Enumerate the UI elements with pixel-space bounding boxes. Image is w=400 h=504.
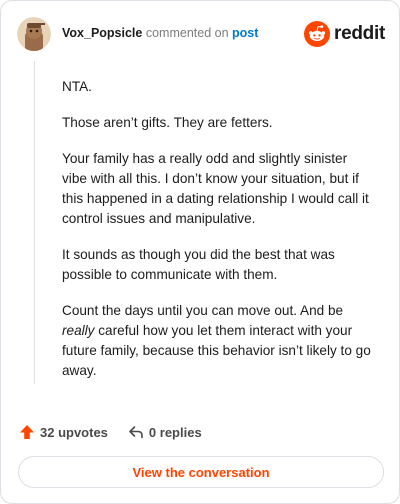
thread-line xyxy=(34,61,35,384)
reddit-wordmark: reddit xyxy=(334,23,385,44)
username-link[interactable]: Vox_Popsicle xyxy=(62,26,142,40)
paragraph-text: Count the days until you can move out. A… xyxy=(62,303,344,318)
avatar[interactable] xyxy=(17,17,51,51)
comment-paragraph: Those aren’t gifts. They are fetters. xyxy=(62,115,273,130)
replies-count: 0 replies xyxy=(148,424,202,440)
comment-paragraph: NTA. xyxy=(62,79,92,94)
emphasis-text: really xyxy=(62,323,95,338)
post-link[interactable]: post xyxy=(232,26,258,40)
comment-embed-card: Vox_Popsicle commented on post reddit NT… xyxy=(0,0,400,504)
upvote-button[interactable]: 32 upvotes xyxy=(19,424,108,440)
comment-paragraph: It sounds as though you did the best tha… xyxy=(62,247,335,282)
reddit-brand-link[interactable]: reddit xyxy=(304,21,385,47)
reply-arrow-icon xyxy=(129,426,143,439)
comment-paragraph: Your family has a really odd and slightl… xyxy=(62,151,369,226)
comment-body: NTA. Those aren’t gifts. They are fetter… xyxy=(62,77,372,381)
paragraph-text: careful how you let them interact with y… xyxy=(62,323,371,378)
upvotes-count: 32 upvotes xyxy=(40,424,108,440)
view-conversation-button[interactable]: View the conversation xyxy=(18,456,384,488)
comment-header: Vox_Popsicle commented on post reddit xyxy=(17,15,385,55)
comment-meta: Vox_Popsicle commented on post xyxy=(62,26,258,40)
reddit-snoo-icon xyxy=(304,21,331,47)
upvote-arrow-icon xyxy=(20,425,34,439)
commented-on-text: commented on xyxy=(145,26,229,40)
comment-actions: 32 upvotes 0 replies xyxy=(19,422,202,442)
comment-paragraph-last: Count the days until you can move out. A… xyxy=(62,301,372,381)
replies-button[interactable]: 0 replies xyxy=(128,424,202,440)
